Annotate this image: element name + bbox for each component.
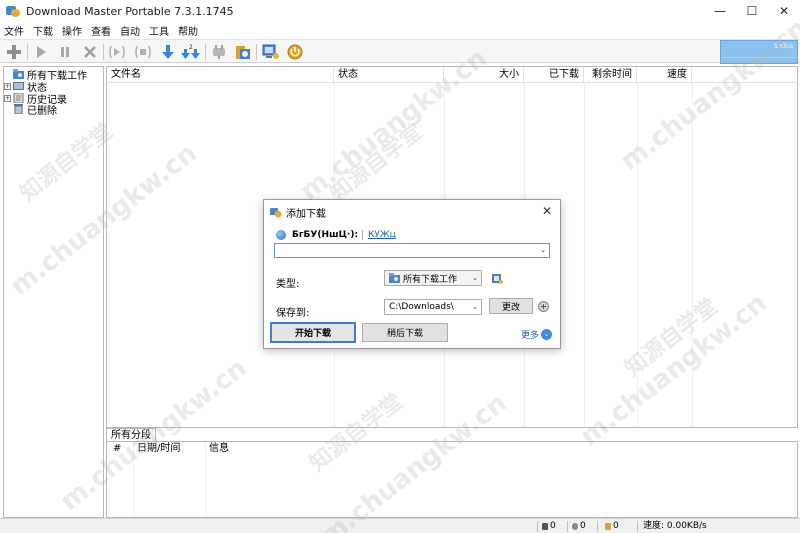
status-queued: 0	[572, 520, 586, 533]
menu-bar: 文件 下载 操作 查看 自动 工具 帮助	[0, 22, 800, 39]
menu-view[interactable]: 查看	[91, 23, 111, 38]
start-download-button[interactable]: 开始下载	[270, 322, 356, 343]
url-options-link[interactable]: КУЖц	[368, 230, 396, 240]
downloads-folder-icon	[389, 273, 400, 283]
url-input[interactable]: ⌄	[274, 243, 550, 258]
play-icon[interactable]	[31, 42, 51, 62]
list-header: 文件名 状态 大小 已下载 剩余时间 速度	[107, 67, 797, 83]
dialog-title-bar: 添加下载 ✕	[264, 200, 560, 224]
change-folder-button[interactable]: 更改	[489, 298, 533, 314]
menu-auto[interactable]: 自动	[120, 23, 140, 38]
dialog-close-icon[interactable]: ✕	[540, 204, 554, 218]
dialog-title: 添加下载	[286, 208, 326, 220]
tab-all-segments[interactable]: 所有分段	[106, 428, 156, 442]
menu-tools[interactable]: 工具	[149, 23, 169, 38]
open-folder-icon[interactable]	[538, 301, 549, 312]
menu-help[interactable]: 帮助	[178, 23, 198, 38]
minimize-button[interactable]: —	[704, 0, 736, 22]
status-completed-count: 0	[613, 521, 619, 531]
type-select-value: 所有下载工作	[403, 274, 458, 285]
menu-file[interactable]: 文件	[4, 23, 24, 38]
close-button[interactable]: ✕	[768, 0, 800, 22]
window-controls: — ☐ ✕	[704, 0, 800, 22]
svg-text:2: 2	[189, 44, 193, 51]
expand-icon[interactable]: +	[4, 82, 11, 90]
queued-icon	[572, 523, 578, 530]
stop-all-icon[interactable]	[133, 42, 153, 62]
status-completed: 0	[605, 520, 619, 533]
status-active-count: 0	[550, 521, 556, 531]
site-manager-icon[interactable]	[261, 42, 281, 62]
menu-action[interactable]: 操作	[62, 23, 82, 38]
save-to-label: 保存到:	[276, 308, 310, 319]
download-multi-icon[interactable]: 2	[181, 42, 201, 62]
col-size[interactable]: 大小	[444, 67, 524, 83]
globe-icon	[276, 230, 286, 240]
menu-download[interactable]: 下载	[33, 23, 53, 38]
col-number[interactable]: #	[109, 442, 133, 456]
category-properties-icon[interactable]	[492, 273, 503, 284]
chevron-down-icon[interactable]: ⌄	[540, 246, 546, 254]
maximize-button[interactable]: ☐	[736, 0, 768, 22]
col-datetime[interactable]: 日期/时间	[133, 442, 205, 456]
col-downloaded[interactable]: 已下载	[524, 67, 584, 83]
download-icon[interactable]	[158, 42, 178, 62]
more-options-link[interactable]: 更多 ⌄	[521, 328, 552, 341]
scheduler-icon[interactable]	[233, 42, 253, 62]
window-title: Download Master Portable 7.3.1.1745	[26, 4, 234, 18]
more-label: 更多	[520, 331, 539, 341]
pause-icon[interactable]	[55, 42, 75, 62]
title-bar: Download Master Portable 7.3.1.1745 — ☐ …	[0, 0, 800, 22]
col-info[interactable]: 信息	[205, 442, 405, 456]
status-speed: 速度: 0.00KB/s	[643, 521, 707, 531]
tree-item-label: 已删除	[27, 105, 57, 117]
download-later-button[interactable]: 稍后下载	[362, 323, 448, 342]
url-row: БгБУ(НшЦ·): КУЖц	[276, 228, 396, 242]
save-path-value: C:\Downloads\	[389, 302, 454, 312]
chevron-down-icon[interactable]: ⌄	[472, 274, 478, 282]
col-status[interactable]: 状态	[334, 67, 444, 83]
segment-log[interactable]: # 日期/时间 信息	[106, 441, 798, 518]
type-label: 类型:	[276, 279, 300, 290]
col-speed[interactable]: 速度	[637, 67, 692, 83]
status-icon	[13, 81, 24, 91]
plugin-icon[interactable]	[209, 42, 229, 62]
expand-icon[interactable]: +	[4, 94, 11, 102]
start-all-icon[interactable]	[107, 42, 127, 62]
status-queued-count: 0	[580, 521, 586, 531]
speed-graph: 5 KB/s	[720, 40, 798, 64]
col-filename[interactable]: 文件名	[107, 67, 334, 83]
col-time-left[interactable]: 剩余时间	[584, 67, 637, 83]
chevron-down-icon: ⌄	[541, 329, 552, 340]
completed-icon	[605, 523, 611, 530]
downloads-folder-icon	[13, 69, 24, 79]
add-download-icon	[270, 206, 282, 218]
toolbar: 2 5 KB/s	[0, 39, 800, 64]
category-tree: 所有下载工作 + 状态 + 历史记录 已删除	[3, 66, 104, 518]
chevron-down-icon[interactable]: ⌄	[472, 303, 478, 311]
bottom-tabs: 所有分段	[106, 428, 798, 442]
type-select[interactable]: 所有下载工作 ⌄	[384, 270, 482, 286]
save-path-select[interactable]: C:\Downloads\ ⌄	[384, 299, 482, 315]
status-bar: 0 0 0 速度: 0.00KB/s	[0, 518, 800, 533]
active-icon	[542, 523, 548, 530]
power-icon[interactable]	[285, 42, 305, 62]
add-icon[interactable]	[4, 42, 24, 62]
delete-icon[interactable]	[80, 42, 100, 62]
app-icon	[6, 4, 20, 18]
tree-item-deleted[interactable]: 已删除	[4, 103, 57, 117]
url-label: БгБУ(НшЦ·):	[292, 230, 359, 240]
speed-graph-label: 5 KB/s	[774, 43, 793, 50]
status-active: 0	[542, 520, 556, 533]
trash-icon	[13, 104, 24, 115]
add-download-dialog: 添加下载 ✕ БгБУ(НшЦ·): КУЖц ⌄ 类型: 所有下载工作 ⌄ 保…	[263, 199, 561, 349]
history-icon	[13, 92, 24, 104]
